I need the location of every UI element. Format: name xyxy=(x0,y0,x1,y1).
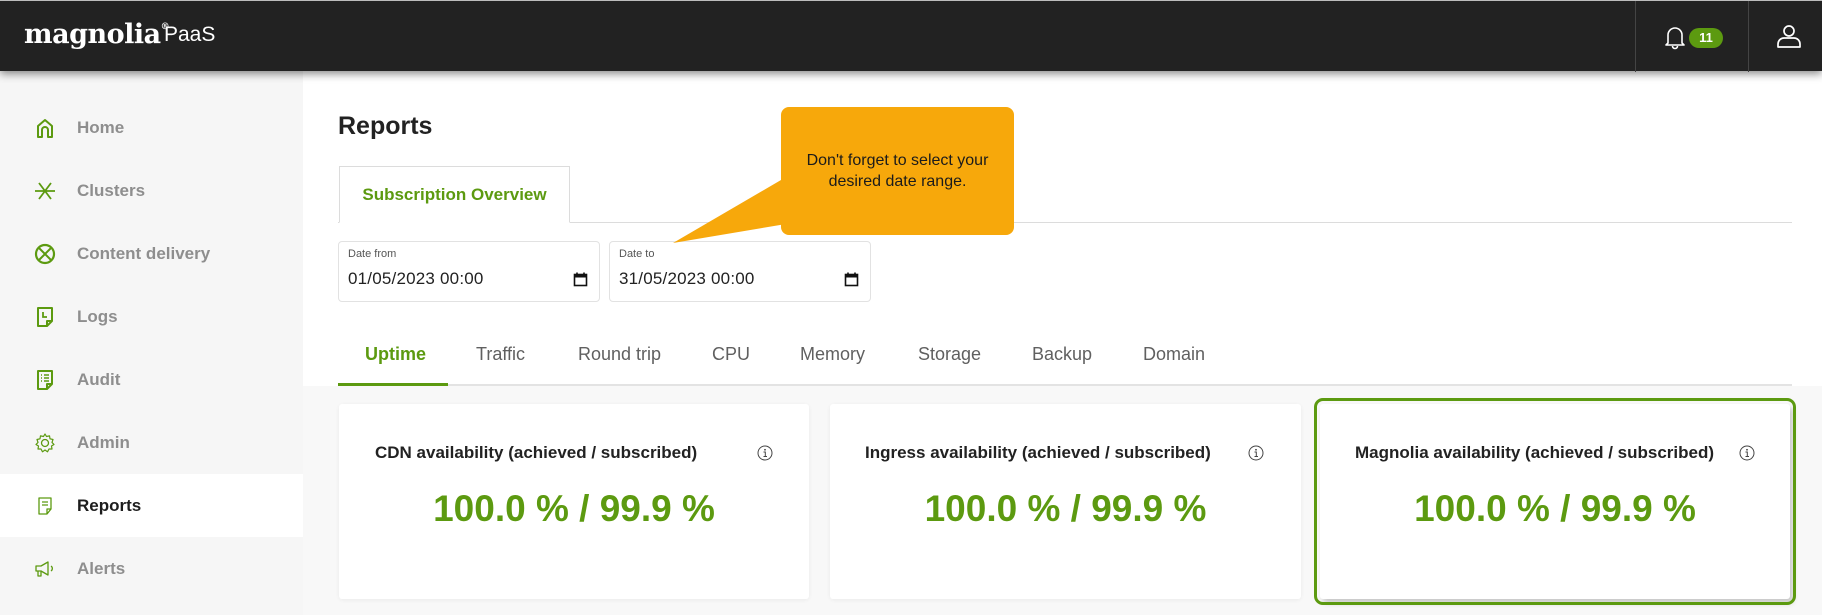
report-tabs: Uptime Traffic Round trip CPU Memory Sto… xyxy=(338,334,1792,386)
report-icon xyxy=(38,496,52,515)
magnolia-logo[interactable]: magnolia® xyxy=(24,19,170,50)
date-to-field[interactable]: Date to 31/05/2023 00:00 xyxy=(609,241,871,302)
date-to-input[interactable]: 31/05/2023 00:00 xyxy=(619,269,755,289)
card-value: 100.0 % / 99.9 % xyxy=(433,488,715,529)
sidebar-item-logs[interactable]: Logs xyxy=(0,285,303,348)
sidebar-item-label: Alerts xyxy=(77,558,126,578)
card-value: 100.0 % / 99.9 % xyxy=(924,488,1207,529)
info-icon[interactable] xyxy=(1739,445,1755,461)
sidebar-item-alerts[interactable]: Alerts xyxy=(0,537,303,600)
sidebar-item-home[interactable]: Home xyxy=(0,96,303,159)
magnolia-availability-card: Magnolia availability (achieved / subscr… xyxy=(1314,398,1796,605)
megaphone-icon xyxy=(35,560,53,577)
card-value: 100.0 % / 99.9 % xyxy=(1414,488,1696,529)
cdn-availability-card: CDN availability (achieved / subscribed)… xyxy=(339,404,809,599)
brand-name: magnolia xyxy=(24,19,161,50)
card-title: CDN availability (achieved / subscribed) xyxy=(375,443,698,462)
tab-subscription-overview[interactable]: Subscription Overview xyxy=(339,166,570,223)
sidebar-item-label: Audit xyxy=(77,369,121,389)
sidebar-item-label: Admin xyxy=(77,432,130,452)
sidebar-item-label: Reports xyxy=(77,495,142,515)
sidebar-item-label: Home xyxy=(77,117,125,137)
info-icon[interactable] xyxy=(757,445,773,461)
page-title: Reports xyxy=(338,112,433,140)
sidebar-item-clusters[interactable]: Clusters xyxy=(0,159,303,222)
card-title: Ingress availability (achieved / subscri… xyxy=(865,443,1211,462)
date-from-label: Date from xyxy=(348,248,397,260)
globe-icon xyxy=(34,243,56,264)
sidebar-item-admin[interactable]: Admin xyxy=(0,411,303,474)
topbar-divider xyxy=(1748,1,1749,72)
tab-domain[interactable]: Domain xyxy=(1143,344,1205,365)
sidebar-item-content-delivery[interactable]: Content delivery xyxy=(0,222,303,285)
notification-badge[interactable]: 11 xyxy=(1689,28,1723,48)
sidebar-item-label: Clusters xyxy=(77,180,146,200)
user-icon[interactable] xyxy=(1776,23,1802,49)
date-range-callout: Don't forget to select your desired date… xyxy=(781,107,1014,235)
tab-traffic[interactable]: Traffic xyxy=(476,344,525,365)
audit-icon xyxy=(37,369,53,390)
date-to-label: Date to xyxy=(619,248,655,260)
info-icon[interactable] xyxy=(1248,445,1264,461)
home-icon xyxy=(37,118,53,138)
topbar-divider xyxy=(1635,1,1636,72)
sidebar-item-label: Logs xyxy=(77,306,118,326)
sidebar-item-label: Content delivery xyxy=(77,243,211,263)
product-name: PaaS xyxy=(164,23,216,46)
date-from-input[interactable]: 01/05/2023 00:00 xyxy=(348,269,484,289)
sidebar-item-reports[interactable]: Reports xyxy=(0,474,303,537)
ingress-availability-card: Ingress availability (achieved / subscri… xyxy=(830,404,1301,599)
calendar-icon[interactable] xyxy=(844,272,859,287)
top-bar: magnolia® PaaS 11 xyxy=(0,0,1822,72)
clusters-icon xyxy=(35,181,55,200)
sidebar: Home Clusters Content delivery Logs Audi… xyxy=(0,71,303,615)
sidebar-item-audit[interactable]: Audit xyxy=(0,348,303,411)
calendar-icon[interactable] xyxy=(573,272,588,287)
tab-round-trip[interactable]: Round trip xyxy=(578,344,661,365)
tab-cpu[interactable]: CPU xyxy=(712,344,750,365)
logs-icon xyxy=(37,306,53,327)
gear-icon xyxy=(35,432,55,452)
card-title: Magnolia availability (achieved / subscr… xyxy=(1355,443,1715,462)
tab-uptime[interactable]: Uptime xyxy=(365,344,426,365)
tab-memory[interactable]: Memory xyxy=(800,344,865,365)
bell-icon[interactable] xyxy=(1663,24,1687,50)
tab-backup[interactable]: Backup xyxy=(1032,344,1092,365)
date-from-field[interactable]: Date from 01/05/2023 00:00 xyxy=(338,241,600,302)
tab-storage[interactable]: Storage xyxy=(918,344,981,365)
